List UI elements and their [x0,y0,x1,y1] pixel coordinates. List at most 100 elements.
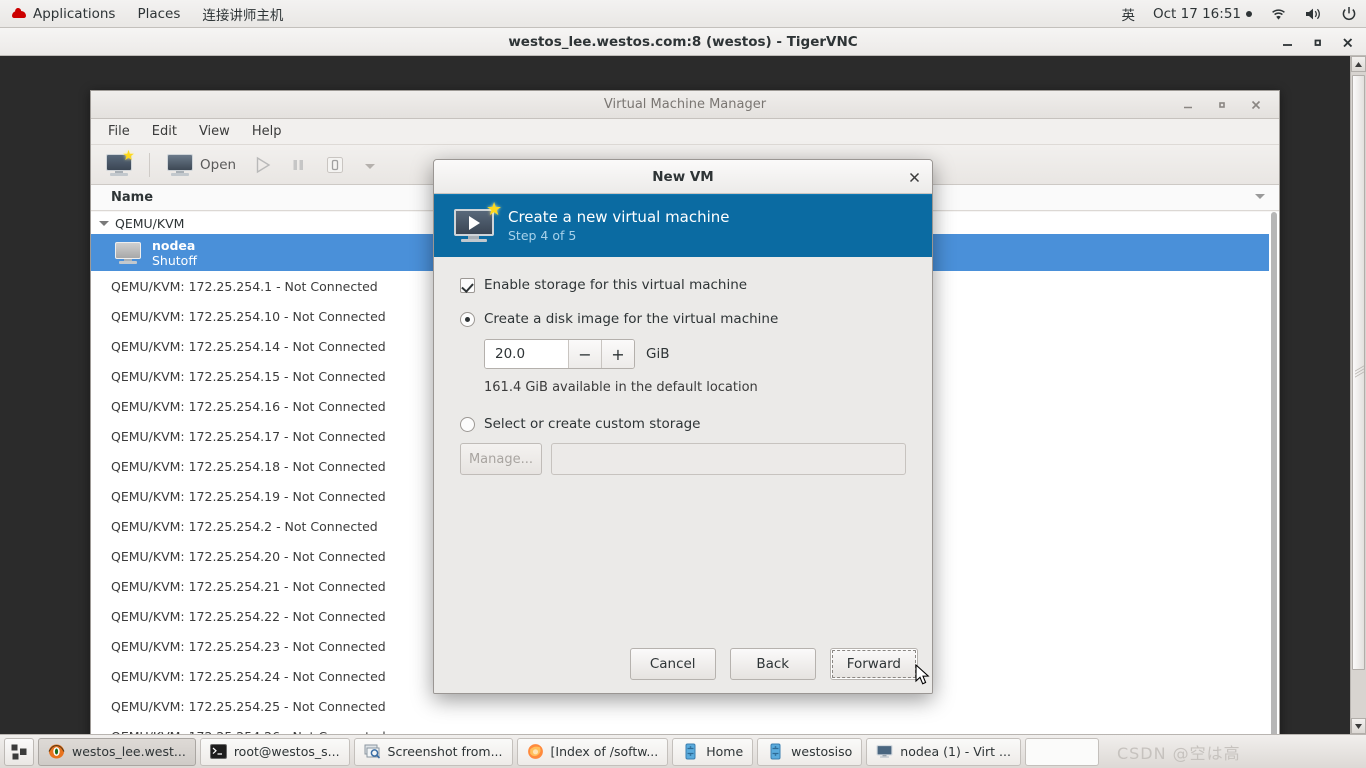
custom-storage-row[interactable]: Select or create custom storage [460,416,906,432]
dialog-titlebar[interactable]: New VM [434,160,932,194]
vm-list-scrollbar[interactable] [1269,212,1279,757]
new-vm-button[interactable]: ★ [99,148,139,182]
pause-vm-button[interactable] [283,148,313,182]
disk-size-spinner[interactable]: 20.0 − + [484,339,635,369]
scrollbar-thumb[interactable] [1352,75,1365,670]
power-icon[interactable] [1332,0,1366,28]
applications-menu-label: Applications [33,5,116,22]
vm-list-scrollbar-thumb[interactable] [1271,212,1277,752]
vmm-close-icon[interactable] [1239,91,1273,119]
dialog-close-icon[interactable] [904,167,924,187]
task-label: westosiso [791,744,853,759]
close-icon[interactable] [1332,28,1362,56]
task-button-blank[interactable] [1024,737,1099,766]
column-options-icon[interactable] [1255,194,1265,199]
create-disk-row[interactable]: Create a disk image for the virtual mach… [460,311,906,327]
task-label: Home [706,744,744,759]
disk-size-unit-label: GiB [646,346,670,362]
custom-storage-controls: Manage... [460,443,906,475]
manage-button[interactable]: Manage... [460,443,542,475]
connect-instructor-host[interactable]: 连接讲师主机 [191,0,294,28]
screenshot-icon [364,743,381,760]
vnc-remote-desktop: Virtual Machine Manager File Edit View H… [0,56,1366,758]
new-vm-dialog: New VM ★ Create a new virtual machine St… [433,159,933,694]
task-label: root@westos_s... [233,744,340,759]
applications-menu[interactable]: Applications [0,0,126,28]
expander-icon[interactable] [99,220,109,226]
pause-icon [290,157,306,173]
play-icon [254,156,272,174]
vmm-titlebar[interactable]: Virtual Machine Manager [91,91,1279,119]
disk-size-decrement-button[interactable]: − [568,340,601,368]
input-method-label: 英 [1121,8,1135,24]
task-button-terminal[interactable]: root@westos_s... [199,737,350,766]
menu-edit[interactable]: Edit [141,119,188,145]
task-label: Screenshot from... [387,744,503,759]
input-method-indicator[interactable]: 英 [1112,0,1144,28]
tigervnc-title: westos_lee.westos.com:8 (westos) - Tiger… [508,33,858,50]
back-button[interactable]: Back [729,648,816,680]
minimize-icon[interactable] [1272,28,1302,56]
places-menu[interactable]: Places [126,0,191,28]
maximize-icon[interactable] [1302,28,1332,56]
vmm-title: Virtual Machine Manager [603,97,767,112]
clock-label: Oct 17 16:51 [1152,6,1241,22]
redhat-logo-icon [11,8,27,20]
vmm-maximize-icon[interactable] [1205,91,1239,119]
chevron-down-icon [364,155,376,174]
wifi-icon[interactable] [1261,0,1296,28]
create-disk-label: Create a disk image for the virtual mach… [484,311,779,327]
connect-instructor-host-label: 连接讲师主机 [202,7,284,24]
group-label: QEMU/KVM [115,215,185,231]
notification-dot-icon [1246,11,1252,17]
vmm-minimize-icon[interactable] [1171,91,1205,119]
enable-storage-row[interactable]: Enable storage for this virtual machine [460,277,906,293]
task-button-home[interactable]: Home [672,737,754,766]
create-disk-radio[interactable] [460,311,475,327]
disk-size-input[interactable]: 20.0 [485,340,568,368]
menu-help[interactable]: Help [241,119,293,145]
open-label: Open [200,156,237,173]
available-space-text: 161.4 GiB available in the default locat… [484,380,758,395]
column-header-name[interactable]: Name [91,190,153,205]
forward-button[interactable]: Forward [829,648,918,680]
file-manager-icon [682,743,699,760]
menu-file[interactable]: File [97,119,141,145]
tigervnc-icon [48,743,65,760]
cancel-button[interactable]: Cancel [629,648,716,680]
task-button-virt-viewer[interactable]: nodea (1) - Virt ... [866,737,1021,766]
disk-size-increment-button[interactable]: + [601,340,634,368]
volume-icon[interactable] [1296,0,1332,28]
custom-storage-radio[interactable] [460,416,475,432]
shutdown-icon [324,154,346,176]
scroll-up-icon[interactable] [1351,56,1366,72]
task-button-westosiso[interactable]: westosiso [757,737,863,766]
task-button-screenshot[interactable]: Screenshot from... [353,737,513,766]
vmm-menubar: File Edit View Help [91,119,1279,145]
list-item[interactable]: QEMU/KVM: 172.25.254.25 - Not Connected [91,691,1279,721]
scroll-down-icon[interactable] [1351,718,1366,734]
dialog-button-bar: Cancel Back Forward [434,633,932,693]
mouse-cursor-icon [915,663,931,690]
task-button-firefox[interactable]: [Index of /softw... [516,737,669,766]
taskbar: westos_lee.west... root@westos_s... Scre… [0,734,1366,768]
shutdown-vm-button[interactable] [317,148,353,182]
dialog-banner-step: Step 4 of 5 [508,228,577,243]
open-vm-button[interactable]: Open [160,148,243,182]
custom-storage-path-input[interactable] [551,443,906,475]
task-button-tigervnc[interactable]: westos_lee.west... [38,737,196,766]
vnc-vertical-scrollbar[interactable] [1350,56,1366,734]
enable-storage-checkbox[interactable] [460,277,475,293]
show-desktop-icon[interactable] [4,737,34,766]
shutdown-dropdown-button[interactable] [357,148,383,182]
scrollbar-grip-icon [1355,365,1364,378]
run-vm-button[interactable] [247,148,279,182]
tigervnc-titlebar[interactable]: westos_lee.westos.com:8 (westos) - Tiger… [0,28,1366,56]
enable-storage-label: Enable storage for this virtual machine [484,277,748,293]
vmm-window-controls [1171,91,1273,119]
clock[interactable]: Oct 17 16:51 [1144,0,1261,28]
vm-state: Shutoff [152,252,197,268]
dialog-banner: ★ Create a new virtual machine Step 4 of… [434,194,932,257]
vm-name: nodea [152,237,196,253]
menu-view[interactable]: View [188,119,241,145]
